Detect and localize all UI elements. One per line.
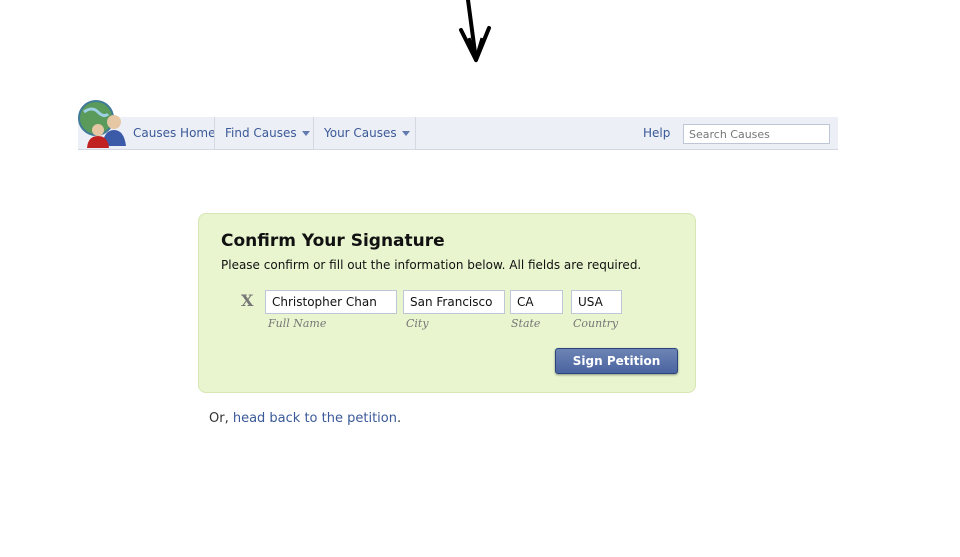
country-label: Country (573, 317, 619, 330)
panel-subtitle: Please confirm or fill out the informati… (221, 258, 642, 272)
nav-causes-home-label[interactable]: Causes Home (133, 126, 215, 140)
search-causes-input[interactable] (683, 124, 830, 144)
country-field[interactable] (571, 290, 622, 314)
full-name-label: Full Name (268, 317, 327, 330)
back-to-petition-link[interactable]: head back to the petition (233, 411, 397, 426)
annotation-arrow-icon (459, 0, 491, 63)
state-label: State (511, 317, 541, 330)
panel-title: Confirm Your Signature (221, 231, 445, 251)
nav-causes-home[interactable]: Causes Home (133, 117, 215, 150)
state-field[interactable] (510, 290, 563, 314)
sign-petition-button[interactable]: Sign Petition (555, 348, 678, 374)
chevron-down-icon (401, 131, 410, 136)
back-to-petition-line: Or, head back to the petition. (209, 411, 401, 426)
nav-your-causes-label[interactable]: Your Causes (324, 126, 397, 140)
footer-prefix: Or, (209, 411, 233, 426)
nav-find-causes[interactable]: Find Causes (214, 117, 314, 150)
nav-help[interactable]: Help (643, 117, 670, 150)
clear-fields-icon[interactable]: X (241, 291, 253, 310)
nav-help-label[interactable]: Help (643, 126, 670, 140)
causes-logo-icon[interactable] (78, 100, 128, 148)
full-name-field[interactable] (265, 290, 397, 314)
nav-find-causes-label[interactable]: Find Causes (225, 126, 297, 140)
chevron-down-icon (301, 131, 310, 136)
nav-your-causes[interactable]: Your Causes (314, 117, 416, 150)
footer-suffix: . (396, 411, 402, 426)
city-label: City (406, 317, 429, 330)
city-field[interactable] (403, 290, 505, 314)
